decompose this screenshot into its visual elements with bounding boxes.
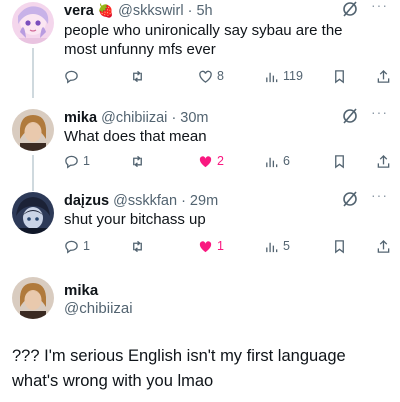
views-icon xyxy=(266,72,278,82)
action-bar: 1 2 6 xyxy=(64,152,394,170)
reply-button[interactable]: 1 xyxy=(64,237,90,255)
share-button[interactable] xyxy=(376,67,391,85)
thread-line xyxy=(32,48,34,98)
tweet-header: daįzus @sskkfan · 29m xyxy=(64,192,218,210)
username[interactable]: @skkswirl xyxy=(118,3,183,19)
bookmark-button[interactable] xyxy=(332,152,347,170)
retweet-icon xyxy=(133,70,142,82)
views-icon xyxy=(266,157,278,167)
reply-button[interactable] xyxy=(64,67,83,85)
retweet-icon xyxy=(133,240,142,252)
timestamp[interactable]: · 5h xyxy=(188,3,213,19)
tweet-header: mika @chibiizai · 30m xyxy=(64,109,209,127)
bookmark-button[interactable] xyxy=(332,67,347,85)
tweet-text-line: ??? I'm serious English isn't my first l… xyxy=(12,347,346,365)
display-name[interactable]: mika xyxy=(64,281,98,300)
reply-icon xyxy=(65,155,78,169)
reply-button[interactable]: 1 xyxy=(64,152,90,170)
username[interactable]: @sskkfan xyxy=(113,193,177,209)
views-button[interactable]: 119 xyxy=(264,67,303,85)
timestamp[interactable]: · 30m xyxy=(171,110,208,126)
bookmark-icon xyxy=(335,69,344,83)
tweet-text-line: what's wrong with you lmao xyxy=(12,372,214,390)
main-tweet[interactable]: mika @chibiizai ??? I'm serious English … xyxy=(0,275,400,402)
bookmark-icon xyxy=(335,154,344,168)
like-count: 2 xyxy=(217,154,224,168)
like-button[interactable]: 8 xyxy=(198,67,224,85)
avatar[interactable] xyxy=(12,2,54,44)
reply-count: 1 xyxy=(83,154,90,168)
retweet-button[interactable] xyxy=(130,152,149,170)
like-button[interactable]: 2 xyxy=(198,152,224,170)
retweet-icon xyxy=(133,155,142,167)
like-count: 8 xyxy=(217,69,224,83)
action-bar: 8 119 xyxy=(64,67,394,85)
reply-icon xyxy=(65,240,78,254)
action-bar: 1 1 5 xyxy=(64,237,394,255)
grok-icon[interactable] xyxy=(342,108,358,124)
like-count: 1 xyxy=(217,239,224,253)
more-icon[interactable]: ··· xyxy=(371,104,388,120)
more-icon[interactable]: ··· xyxy=(371,187,388,203)
bookmark-button[interactable] xyxy=(332,237,347,255)
retweet-button[interactable] xyxy=(130,67,149,85)
thread-line xyxy=(32,155,34,191)
reply-count: 1 xyxy=(83,239,90,253)
views-count: 5 xyxy=(283,239,290,253)
grok-icon[interactable] xyxy=(342,1,358,17)
share-icon xyxy=(377,239,390,253)
display-name[interactable]: daįzus xyxy=(64,193,109,209)
heart-icon xyxy=(199,155,212,167)
tweet-daizus[interactable]: daįzus @sskkfan · 29m ··· shut your bitc… xyxy=(0,187,400,262)
tweet-text: people who unironically say sybau are th… xyxy=(64,22,343,58)
avatar[interactable] xyxy=(12,192,54,234)
strawberry-emoji: 🍓 xyxy=(97,3,115,18)
share-button[interactable] xyxy=(376,152,391,170)
views-count: 119 xyxy=(283,69,303,83)
tweet-text: shut your bitchass up xyxy=(64,211,206,228)
like-button[interactable]: 1 xyxy=(198,237,224,255)
display-name[interactable]: mika xyxy=(64,110,97,126)
heart-icon xyxy=(199,240,212,252)
tweet-vera[interactable]: vera 🍓 @skkswirl · 5h ··· people who uni… xyxy=(0,0,400,98)
username[interactable]: @chibiizai xyxy=(101,110,167,126)
tweet-header: vera 🍓 @skkswirl · 5h xyxy=(64,2,213,20)
share-icon xyxy=(377,154,390,168)
avatar[interactable] xyxy=(12,277,54,319)
tweet-text: What does that mean xyxy=(64,128,207,145)
retweet-button[interactable] xyxy=(130,237,149,255)
heart-icon xyxy=(199,70,212,83)
share-button[interactable] xyxy=(376,237,391,255)
grok-icon[interactable] xyxy=(342,191,358,207)
timestamp[interactable]: · 29m xyxy=(181,193,218,209)
views-count: 6 xyxy=(283,154,290,168)
share-icon xyxy=(377,69,390,83)
display-name[interactable]: vera xyxy=(64,3,94,19)
views-button[interactable]: 6 xyxy=(264,152,290,170)
more-icon[interactable]: ··· xyxy=(371,0,388,13)
reply-icon xyxy=(65,70,78,84)
tweet-mika[interactable]: mika @chibiizai · 30m ··· What does that… xyxy=(0,104,400,191)
views-icon xyxy=(266,242,278,252)
username[interactable]: @chibiizai xyxy=(64,299,133,318)
views-button[interactable]: 5 xyxy=(264,237,290,255)
bookmark-icon xyxy=(335,239,344,253)
tweet-text: ??? I'm serious English isn't my first l… xyxy=(12,344,392,394)
avatar[interactable] xyxy=(12,109,54,151)
